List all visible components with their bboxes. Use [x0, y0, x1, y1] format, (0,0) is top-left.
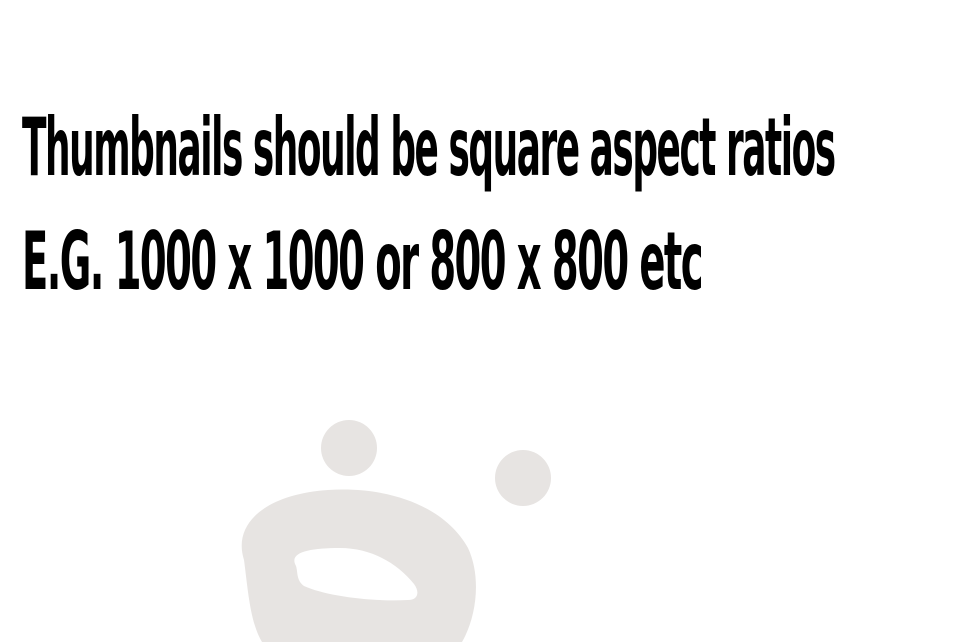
small-dot-left — [321, 420, 377, 476]
grey-blob-face-icon — [241, 420, 551, 642]
small-dot-right — [495, 450, 551, 506]
thumbnail-guidance-canvas: Thumbnails should be square aspect ratio… — [0, 0, 963, 642]
large-blob-body — [241, 489, 476, 642]
guidance-line-example-sizes: E.G. 1000 x 1000 or 800 x 800 etc — [22, 215, 704, 309]
guidance-line-aspect-ratio: Thumbnails should be square aspect ratio… — [22, 101, 836, 195]
